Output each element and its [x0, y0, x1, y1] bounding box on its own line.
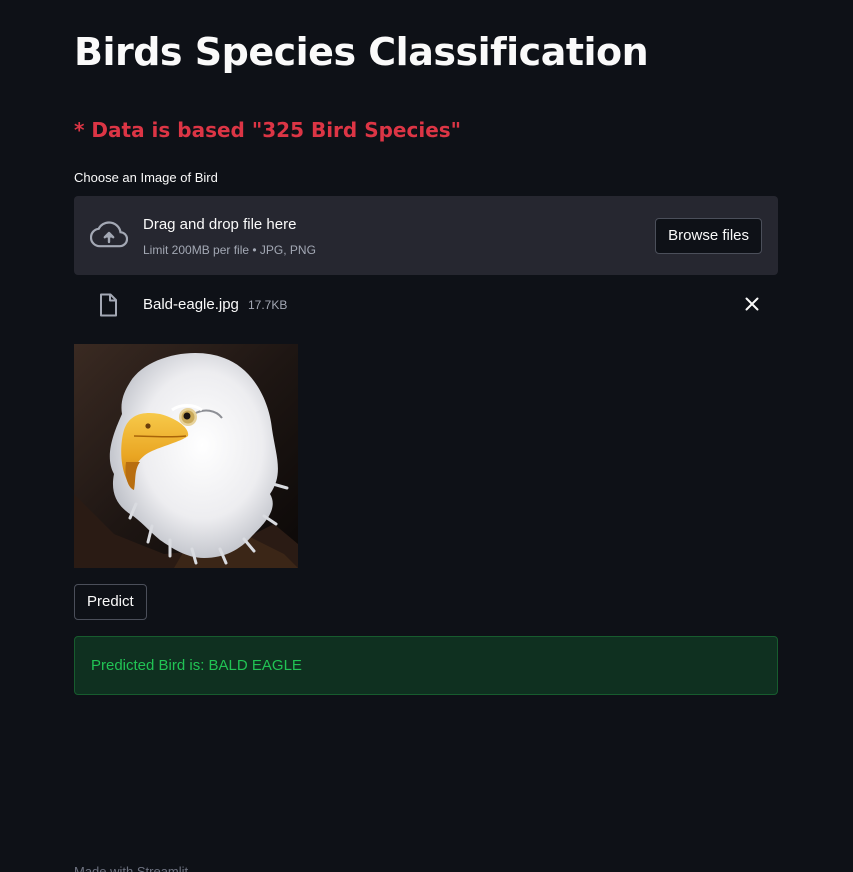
- app: Birds Species Classification * Data is b…: [0, 0, 853, 872]
- uploaded-file: Bald-eagle.jpg 17.7KB: [74, 284, 778, 326]
- prediction-result-text: Predicted Bird is: BALD EAGLE: [91, 657, 302, 674]
- dropzone-instructions: Drag and drop file here: [143, 216, 297, 233]
- close-icon[interactable]: [740, 292, 764, 316]
- dropzone-limit: Limit 200MB per file • JPG, PNG: [143, 243, 316, 257]
- file-name: Bald-eagle.jpg: [143, 296, 239, 313]
- page-title: Birds Species Classification: [74, 30, 649, 74]
- file-dropzone[interactable]: Drag and drop file here Limit 200MB per …: [74, 196, 778, 275]
- file-size: 17.7KB: [248, 298, 288, 312]
- predict-button[interactable]: Predict: [74, 584, 147, 620]
- prediction-success-alert: Predicted Bird is: BALD EAGLE: [74, 636, 778, 695]
- bald-eagle-image: [74, 344, 298, 568]
- file-icon: [100, 293, 117, 317]
- uploaded-image: [74, 344, 298, 568]
- footer-made-with[interactable]: Made with Streamlit: [74, 864, 188, 872]
- browse-files-button[interactable]: Browse files: [655, 218, 762, 254]
- uploader-label: Choose an Image of Bird: [74, 170, 218, 185]
- page-subtitle: * Data is based "325 Bird Species": [74, 118, 462, 142]
- cloud-upload-icon: [90, 221, 128, 248]
